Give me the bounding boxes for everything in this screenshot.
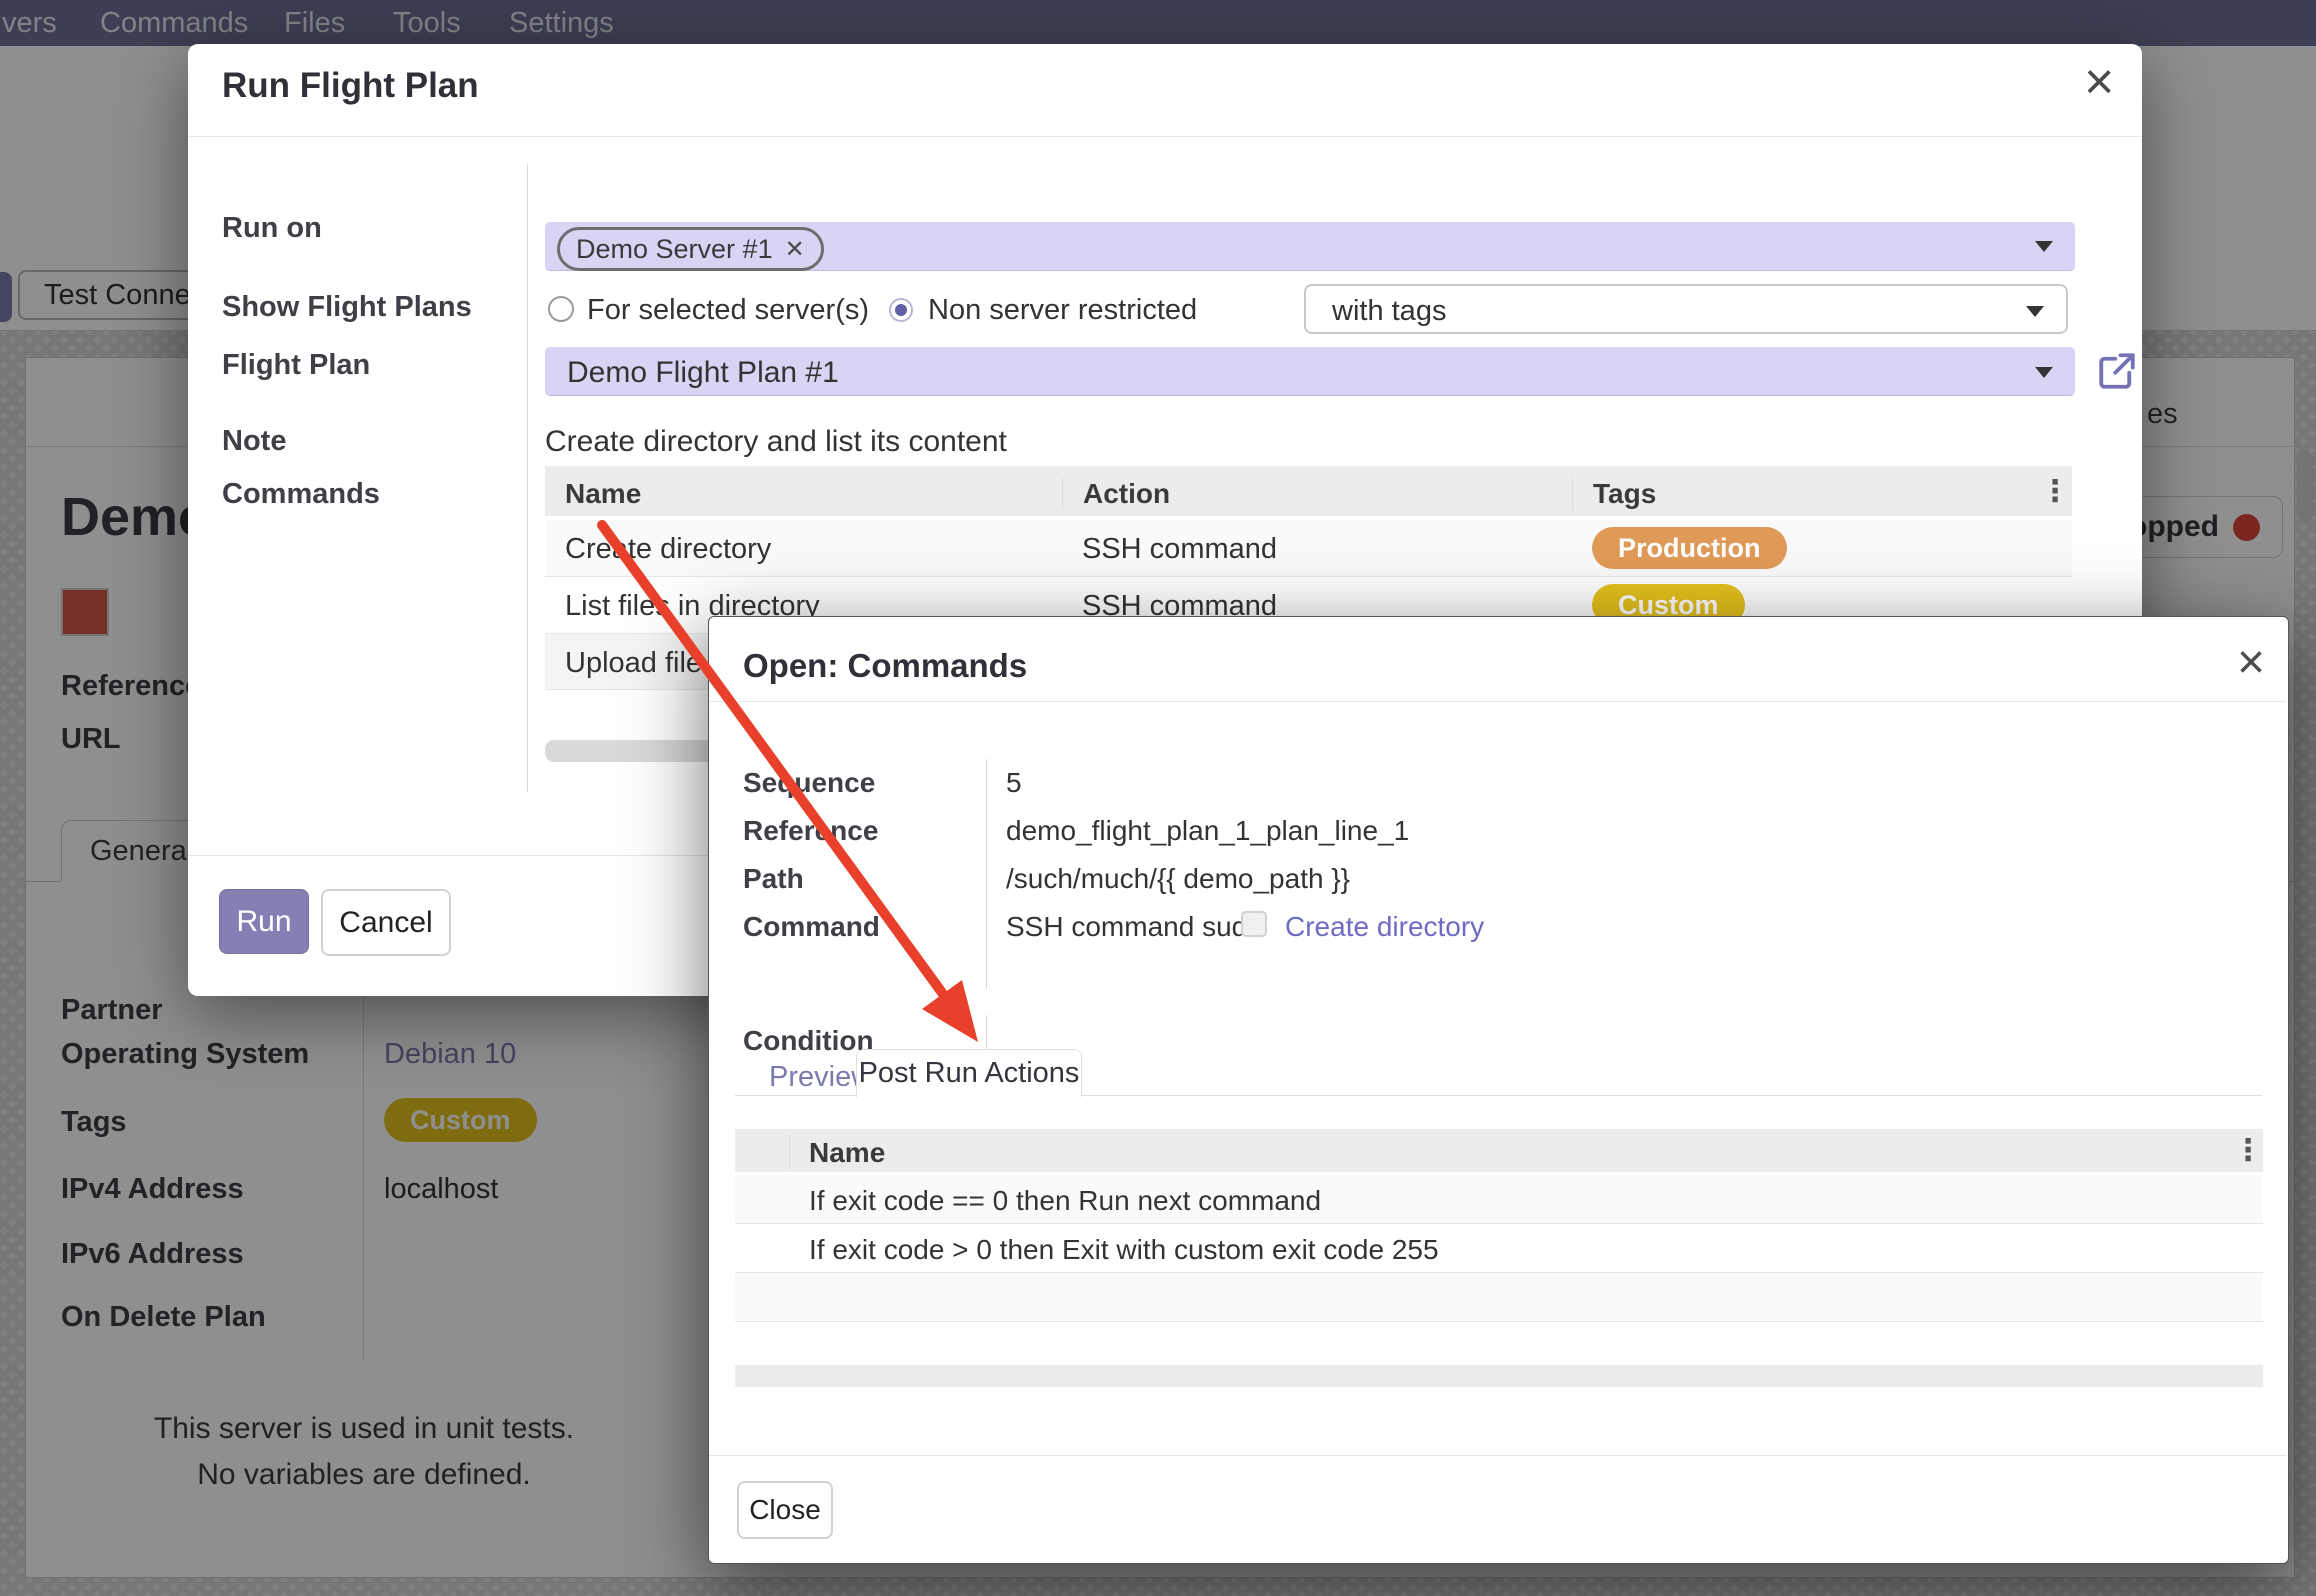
list-item[interactable]: If exit code > 0 then Exit with custom e… <box>735 1224 2263 1273</box>
condition-label: Condition <box>743 1025 874 1057</box>
path-label: Path <box>743 863 804 895</box>
table-row[interactable]: Create directory SSH command Production <box>545 520 2072 577</box>
col-header-tags[interactable]: Tags <box>1572 478 1656 510</box>
radio-non-server-restricted-label[interactable]: Non server restricted <box>928 294 1197 327</box>
note-label: Note <box>222 425 286 458</box>
action-row2-name: If exit code > 0 then Exit with custom e… <box>809 1234 1439 1266</box>
commands-modal-close-icon[interactable]: × <box>2237 643 2265 683</box>
run-on-label: Run on <box>222 212 322 245</box>
table-options-icon[interactable]: ⋮ <box>2040 474 2070 509</box>
commands-modal-header-divider <box>709 701 2286 702</box>
list-item[interactable]: If exit code == 0 then Run next command <box>735 1175 2263 1224</box>
run-on-dropdown-caret-icon[interactable] <box>2035 241 2053 252</box>
flight-plan-label: Flight Plan <box>222 349 370 382</box>
external-link-icon[interactable] <box>2096 350 2138 392</box>
row1-tag-production: Production <box>1592 527 1787 569</box>
radio-non-server-restricted[interactable] <box>889 298 913 322</box>
actions-table-options-icon[interactable]: ⋮ <box>2233 1133 2263 1168</box>
radio-for-selected-servers-label[interactable]: For selected server(s) <box>587 294 869 327</box>
with-tags-value: with tags <box>1332 295 2066 328</box>
path-value: /such/much/{{ demo_path }} <box>1006 863 1350 895</box>
actions-table-header: Name ⋮ <box>735 1129 2263 1175</box>
commands-modal-title: Open: Commands <box>743 647 1027 685</box>
col-header-name[interactable]: Name <box>565 478 641 510</box>
note-value: Create directory and list its content <box>545 425 1007 459</box>
radio-dot-icon <box>895 304 907 316</box>
sequence-value: 5 <box>1006 767 1022 799</box>
actions-table-footer-bar <box>735 1365 2263 1387</box>
col-header-action[interactable]: Action <box>1062 478 1170 510</box>
tab-post-run-actions[interactable]: Post Run Actions <box>856 1049 1082 1097</box>
run-on-field[interactable]: Demo Server #1 ✕ <box>545 222 2075 271</box>
create-directory-link[interactable]: Create directory <box>1285 911 1484 943</box>
run-button[interactable]: Run <box>219 889 309 954</box>
reference-field-value: demo_flight_plan_1_plan_line_1 <box>1006 815 1409 847</box>
server-tag-label: Demo Server #1 <box>576 234 773 265</box>
row1-action: SSH command <box>1082 533 1277 566</box>
run-modal-label-divider <box>527 164 528 792</box>
show-flight-plans-label: Show Flight Plans <box>222 291 472 324</box>
radio-for-selected-servers[interactable] <box>548 296 574 322</box>
flight-plan-field[interactable]: Demo Flight Plan #1 <box>545 347 2075 396</box>
open-commands-modal: Open: Commands × Sequence 5 Reference de… <box>708 616 2289 1564</box>
command-label: Command <box>743 911 880 943</box>
server-tag-chip[interactable]: Demo Server #1 ✕ <box>557 227 824 271</box>
empty-list-row <box>735 1273 2263 1322</box>
server-tag-remove-icon[interactable]: ✕ <box>785 235 805 264</box>
actions-col-header-name[interactable]: Name <box>809 1137 885 1169</box>
cancel-button[interactable]: Cancel <box>321 889 451 956</box>
action-row1-name: If exit code == 0 then Run next command <box>809 1185 1321 1217</box>
close-button[interactable]: Close <box>737 1481 833 1539</box>
run-modal-title: Run Flight Plan <box>222 66 479 106</box>
commands-modal-footer-divider <box>709 1455 2286 1456</box>
run-modal-close-icon[interactable]: × <box>2084 62 2114 102</box>
commands-label: Commands <box>222 478 380 511</box>
with-tags-caret-icon <box>2026 306 2044 317</box>
selector-column-divider <box>789 1135 790 1169</box>
with-tags-select[interactable]: with tags <box>1304 284 2068 334</box>
detail-label-divider <box>986 759 987 989</box>
row1-name: Create directory <box>565 533 771 566</box>
command-checkbox[interactable] <box>1241 911 1267 937</box>
command-value: SSH command sudo <box>1006 911 1263 943</box>
sequence-label: Sequence <box>743 767 875 799</box>
flight-plan-value: Demo Flight Plan #1 <box>567 356 2075 390</box>
commands-table-header: Name Action Tags ⋮ <box>545 466 2072 520</box>
flight-plan-caret-icon[interactable] <box>2035 367 2053 378</box>
reference-field-label: Reference <box>743 815 878 847</box>
run-modal-header-divider <box>188 136 2142 137</box>
